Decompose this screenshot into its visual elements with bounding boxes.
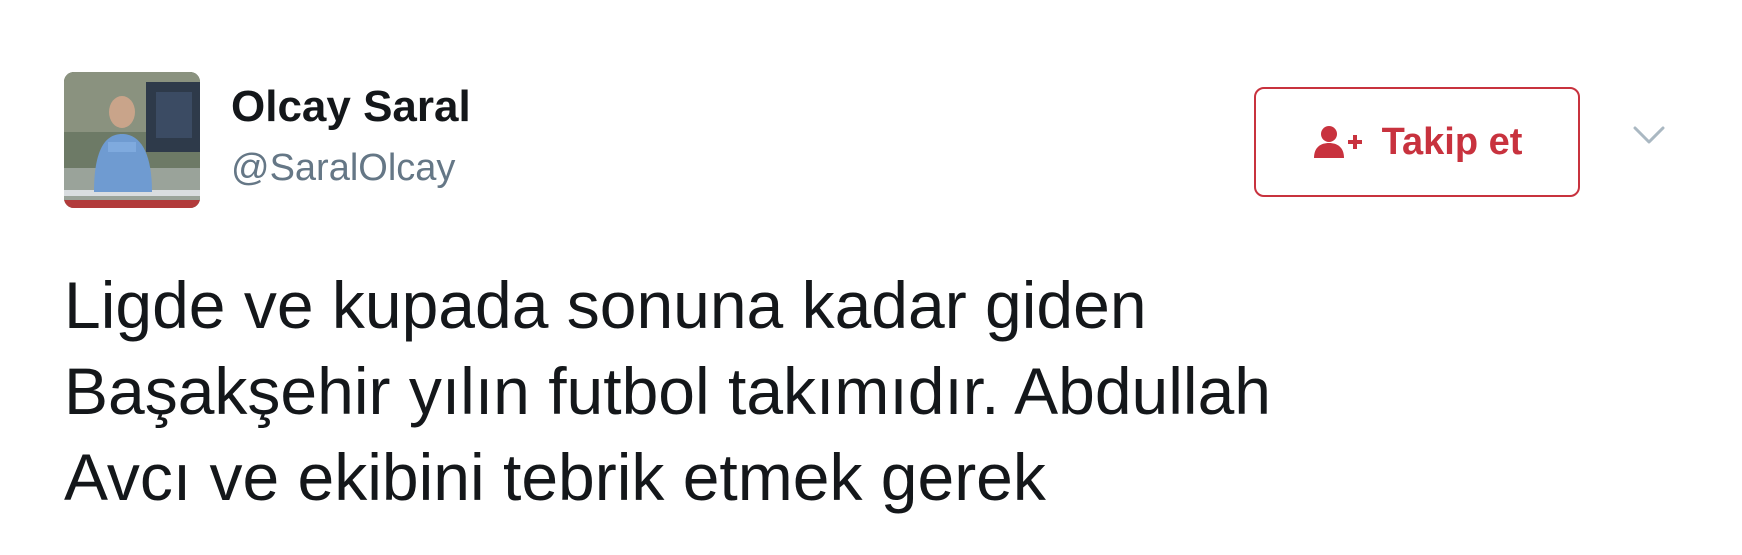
tweet-card: Olcay Saral @SaralOlcay Takip et Ligde v… <box>0 0 1742 555</box>
add-user-icon <box>1313 126 1362 158</box>
chevron-down-icon <box>1633 126 1665 144</box>
avatar-photo <box>64 72 200 208</box>
follow-button[interactable]: Takip et <box>1254 87 1580 197</box>
follow-button-label: Takip et <box>1381 121 1523 163</box>
more-menu-button[interactable] <box>1629 118 1669 150</box>
user-handle[interactable]: @SaralOlcay <box>231 144 455 192</box>
user-name[interactable]: Olcay Saral <box>231 78 471 136</box>
avatar[interactable] <box>64 72 200 208</box>
tweet-text: Ligde ve kupada sonuna kadar giden Başak… <box>64 268 1271 514</box>
